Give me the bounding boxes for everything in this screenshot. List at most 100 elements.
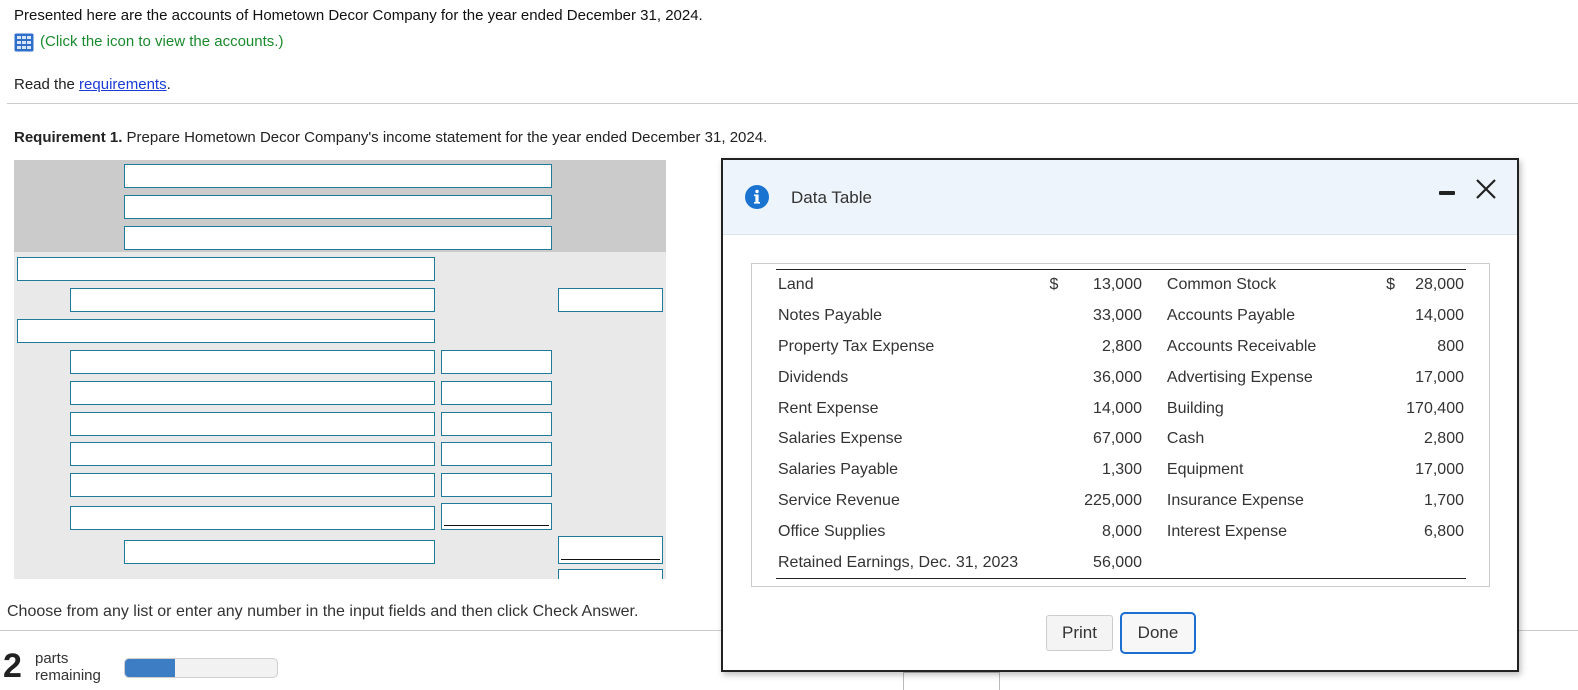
header-statement-input[interactable]: [124, 195, 552, 219]
spacer: [1144, 393, 1165, 424]
account-amount: 1,300: [1101, 461, 1142, 479]
expense-account-input-1[interactable]: [70, 350, 435, 374]
view-accounts-text[interactable]: (Click the icon to view the accounts.): [40, 33, 283, 51]
minimize-icon[interactable]: [1439, 191, 1455, 195]
table-row: Land $13,000 Common Stock $28,000: [776, 270, 1466, 301]
expense-account-input-6[interactable]: [70, 506, 435, 530]
account-name: Interest Expense: [1166, 522, 1287, 540]
table-grid-icon[interactable]: [14, 33, 34, 52]
check-answer-tab[interactable]: [903, 672, 1000, 690]
account-name: Property Tax Expense: [778, 337, 935, 355]
header-company-input[interactable]: [124, 164, 552, 188]
expense-amount-input-2[interactable]: [441, 381, 552, 405]
expense-amount-input-4[interactable]: [441, 442, 552, 466]
currency-symbol: [1374, 393, 1397, 424]
expense-amount-input-5[interactable]: [441, 473, 552, 497]
view-accounts-link[interactable]: (Click the icon to view the accounts.): [14, 33, 703, 51]
account-name: Equipment: [1166, 461, 1244, 479]
account-name: [1165, 547, 1374, 578]
expense-account-input-4[interactable]: [70, 442, 435, 466]
account-name: Salaries Payable: [778, 461, 899, 479]
account-amount: 8,000: [1101, 522, 1142, 540]
accounts-table-container: Land $13,000 Common Stock $28,000 Notes Paya…: [751, 263, 1490, 587]
spacer: [1144, 301, 1165, 332]
table-row: Notes Payable 33,000 Accounts Payable 14,00…: [776, 301, 1466, 332]
currency-symbol: [1037, 301, 1060, 332]
expense-account-input-2[interactable]: [70, 381, 435, 405]
account-amount: 170,400: [1406, 399, 1464, 417]
intro-text: Presented here are the accounts of Homet…: [14, 7, 703, 24]
table-row: Property Tax Expense 2,800 Accounts Receiv…: [776, 332, 1466, 363]
expense-account-input-3[interactable]: [70, 412, 435, 436]
account-amount: 17,000: [1415, 368, 1464, 386]
revenue-amount-input[interactable]: [558, 288, 663, 312]
currency-symbol: $: [1049, 276, 1059, 294]
currency-symbol: [1037, 516, 1060, 547]
requirement-text: Prepare Hometown Decor Company's income …: [122, 129, 768, 146]
divider: [7, 103, 1578, 104]
table-row: Salaries Payable 1,300 Equipment 17,000: [776, 455, 1466, 486]
account-name: Office Supplies: [778, 522, 886, 540]
account-amount: 33,000: [1093, 307, 1142, 325]
requirements-link[interactable]: requirements: [79, 76, 167, 93]
total-expenses-label-input[interactable]: [124, 540, 435, 564]
account-amount: 13,000: [1093, 276, 1142, 294]
read-requirements: Read the requirements.: [14, 76, 171, 93]
spacer: [1144, 270, 1165, 301]
account-amount: 28,000: [1415, 276, 1464, 294]
expenses-label-input[interactable]: [17, 319, 435, 343]
expense-amount-input-3[interactable]: [441, 412, 552, 436]
currency-symbol: [1374, 516, 1397, 547]
account-amount: 2,800: [1423, 430, 1464, 448]
header-period-input[interactable]: [124, 226, 552, 250]
net-income-amount-input[interactable]: [558, 569, 663, 579]
account-amount: 800: [1437, 337, 1464, 355]
account-name: Advertising Expense: [1166, 368, 1313, 386]
account-amount: [1397, 547, 1466, 578]
account-name: Cash: [1166, 430, 1205, 448]
currency-symbol: [1037, 424, 1060, 455]
info-icon: [745, 185, 769, 209]
expense-amount-input-6[interactable]: [441, 503, 552, 530]
currency-symbol: $: [1386, 276, 1395, 294]
print-button[interactable]: Print: [1046, 615, 1113, 651]
revenues-label-input[interactable]: [17, 257, 435, 281]
currency-symbol: [1037, 455, 1060, 486]
spacer: [1144, 486, 1165, 517]
account-amount: 17,000: [1415, 461, 1464, 479]
account-amount: 1,700: [1423, 491, 1464, 509]
account-name: Salaries Expense: [778, 430, 903, 448]
read-prefix: Read the: [14, 76, 80, 93]
currency-symbol: [1374, 362, 1397, 393]
account-name: Retained Earnings, Dec. 31, 2023: [778, 553, 1019, 571]
currency-symbol: [1374, 424, 1397, 455]
expense-amount-input-1[interactable]: [441, 350, 552, 374]
account-amount: 36,000: [1093, 368, 1142, 386]
account-name: Building: [1166, 399, 1224, 417]
total-expenses-amount-input[interactable]: [558, 536, 663, 564]
expense-account-input-5[interactable]: [70, 473, 435, 497]
table-row: Service Revenue 225,000 Insurance Expense 1…: [776, 486, 1466, 517]
currency-symbol: [1037, 393, 1060, 424]
currency-symbol: [1037, 332, 1060, 363]
spacer: [1144, 424, 1165, 455]
currency-symbol: [1037, 362, 1060, 393]
revenue-account-input[interactable]: [70, 288, 435, 312]
spacer: [1144, 516, 1165, 547]
table-row: Dividends 36,000 Advertising Expense 17,000: [776, 362, 1466, 393]
table-row: Retained Earnings, Dec. 31, 2023 56,000: [776, 547, 1466, 578]
account-name: Service Revenue: [778, 491, 900, 509]
progress-bar-fill: [125, 659, 176, 677]
account-amount: 225,000: [1084, 491, 1142, 509]
account-name: Accounts Receivable: [1166, 337, 1317, 355]
done-button[interactable]: Done: [1120, 612, 1196, 654]
account-amount: 2,800: [1101, 337, 1142, 355]
accounts-table-body: Land $13,000 Common Stock $28,000 Notes Paya…: [776, 270, 1466, 579]
dialog-title: Data Table: [791, 188, 872, 207]
account-amount: 6,800: [1423, 522, 1464, 540]
currency-symbol: [1374, 455, 1397, 486]
close-icon[interactable]: [1473, 176, 1499, 202]
requirement-label: Requirement 1.: [14, 129, 123, 146]
progress-bar: [124, 658, 278, 678]
table-row: Office Supplies 8,000 Interest Expense 6,80…: [776, 516, 1466, 547]
